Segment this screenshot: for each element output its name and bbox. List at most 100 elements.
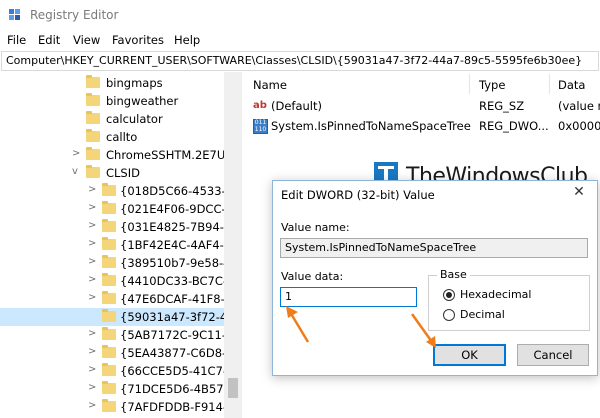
chevron-right-icon[interactable]: > xyxy=(88,256,96,267)
tree-item-label: {389510b7-9e58-40 xyxy=(120,256,238,270)
cancel-button[interactable]: Cancel xyxy=(517,344,589,366)
column-header-data[interactable]: Data xyxy=(558,78,585,92)
folder-icon xyxy=(102,381,116,394)
folder-icon xyxy=(86,129,100,142)
tree-item-label: {7AFDFDDB-F914-1 xyxy=(120,400,235,414)
tree-item-label: bingweather xyxy=(106,94,179,108)
chevron-right-icon[interactable]: > xyxy=(88,238,96,249)
chevron-right-icon[interactable]: > xyxy=(88,292,96,303)
tree-item-label: {4410DC33-BC7C-4 xyxy=(120,274,235,288)
tree-item-label: calculator xyxy=(106,112,163,126)
folder-icon xyxy=(86,93,100,106)
tree-item-label: {021E4F06-9DCC-49 xyxy=(120,202,241,216)
value-type: REG_SZ xyxy=(479,99,525,113)
binary-value-icon: 011 110 xyxy=(253,119,268,134)
column-separator[interactable] xyxy=(549,74,550,94)
value-name: System.IsPinnedToNameSpaceTree xyxy=(271,119,471,133)
tree-item-label: {66CCE5D5-41C7-4 xyxy=(120,364,235,378)
tree-item[interactable]: > {021E4F06-9DCC-49 xyxy=(0,200,240,218)
value-row[interactable]: 011 110 System.IsPinnedToNameSpaceTree RE… xyxy=(243,117,600,135)
tree-item[interactable]: bingweather xyxy=(0,92,224,110)
folder-icon xyxy=(102,237,116,250)
tree-item[interactable]: > ChromeSSHTM.2E7UC xyxy=(0,146,233,164)
menu-edit[interactable]: Edit xyxy=(38,33,60,47)
decimal-radio[interactable] xyxy=(443,309,455,321)
chevron-right-icon[interactable]: > xyxy=(88,346,96,357)
tree-item-label: ChromeSSHTM.2E7UC xyxy=(106,148,234,162)
tree-scrollbar[interactable] xyxy=(224,72,242,418)
tree-item-label: {47E6DCAF-41F8-4 xyxy=(120,292,233,306)
tree-item[interactable]: > {47E6DCAF-41F8-4 xyxy=(0,290,232,308)
value-data: (value n xyxy=(558,99,600,113)
chevron-right-icon[interactable]: > xyxy=(88,274,96,285)
tree-item[interactable]: > {031E4825-7B94-4d xyxy=(0,218,239,236)
window-title: Registry Editor xyxy=(30,8,119,22)
annotation-arrow-icon xyxy=(286,306,310,343)
menu-file[interactable]: File xyxy=(7,33,26,47)
value-data: 0x0000 xyxy=(558,119,600,133)
menu-favorites[interactable]: Favorites xyxy=(112,33,164,47)
value-name: (Default) xyxy=(271,99,322,113)
hexadecimal-radio[interactable] xyxy=(443,289,455,301)
tree-item[interactable]: > {1BF42E4C-4AF4-4C xyxy=(0,236,239,254)
chevron-right-icon[interactable]: > xyxy=(88,364,96,375)
column-header-type[interactable]: Type xyxy=(479,78,505,92)
tree-item[interactable]: > {66CCE5D5-41C7-4 xyxy=(0,362,234,380)
chevron-right-icon[interactable]: > xyxy=(88,328,96,339)
tree-item-label: bingmaps xyxy=(106,76,163,90)
tree-item[interactable]: bingmaps xyxy=(0,74,224,92)
chevron-right-icon[interactable]: > xyxy=(88,184,96,195)
value-type: REG_DWO... xyxy=(479,119,549,133)
folder-icon xyxy=(102,291,116,304)
hexadecimal-label[interactable]: Hexadecimal xyxy=(460,288,531,301)
tree-item[interactable]: > {389510b7-9e58-40 xyxy=(0,254,238,272)
title-bar: Registry Editor xyxy=(0,0,600,30)
chevron-right-icon[interactable]: > xyxy=(72,148,80,159)
base-label: Base xyxy=(437,268,470,281)
menu-view[interactable]: View xyxy=(73,33,100,47)
tree-item[interactable]: > {4410DC33-BC7C-4 xyxy=(0,272,234,290)
chevron-right-icon[interactable]: > xyxy=(88,400,96,411)
tree-item[interactable]: > {5AB7172C-9C11-4 xyxy=(0,326,233,344)
tree-item-label: {031E4825-7B94-4d xyxy=(120,220,239,234)
ok-button[interactable]: OK xyxy=(433,344,506,366)
value-row[interactable]: ab (Default) REG_SZ (value n xyxy=(243,97,600,115)
chevron-right-icon[interactable]: > xyxy=(88,220,96,231)
tree-item-clsid[interactable]: v CLSID xyxy=(0,164,224,182)
tree-item-label: CLSID xyxy=(106,166,140,180)
tree-item[interactable]: callto xyxy=(0,128,224,146)
tree-item[interactable]: > {018D5C66-4533-43 xyxy=(0,182,240,200)
tree-item-label: {5EA43877-C6D8-4 xyxy=(120,346,234,360)
tree-item-label: {1BF42E4C-4AF4-4C xyxy=(120,238,240,252)
tree-item[interactable]: > {7AFDFDDB-F914-1 xyxy=(0,398,234,416)
menu-help[interactable]: Help xyxy=(174,33,200,47)
chevron-down-icon[interactable]: v xyxy=(72,166,78,177)
tree-scrollbar-thumb[interactable] xyxy=(228,378,238,398)
folder-icon xyxy=(102,309,116,322)
tree-item-selected[interactable]: {59031a47-3f72-44a xyxy=(0,308,241,326)
key-tree: bingmaps bingweather calculator callto >… xyxy=(0,72,242,418)
column-separator[interactable] xyxy=(469,74,470,94)
chevron-right-icon[interactable]: > xyxy=(88,202,96,213)
value-data-label: Value data: xyxy=(281,270,344,283)
folder-icon xyxy=(102,183,116,196)
menu-bar: File Edit View Favorites Help xyxy=(0,30,600,50)
folder-icon xyxy=(86,147,100,160)
folder-icon xyxy=(86,111,100,124)
annotation-arrow-icon xyxy=(410,313,436,348)
close-icon[interactable]: ✕ xyxy=(569,184,589,202)
chevron-right-icon[interactable]: > xyxy=(88,382,96,393)
value-name-field: System.IsPinnedToNameSpaceTree xyxy=(280,238,588,258)
folder-icon xyxy=(102,201,116,214)
tree-item[interactable]: > {5EA43877-C6D8-4 xyxy=(0,344,233,362)
decimal-label[interactable]: Decimal xyxy=(460,308,505,321)
column-header-name[interactable]: Name xyxy=(253,78,287,92)
address-bar[interactable]: Computer\HKEY_CURRENT_USER\SOFTWARE\Clas… xyxy=(1,51,599,71)
tree-item[interactable]: calculator xyxy=(0,110,224,128)
folder-icon xyxy=(102,219,116,232)
folder-icon xyxy=(86,165,100,178)
folder-icon xyxy=(102,345,116,358)
tree-item[interactable]: > {71DCE5D6-4B57-4 xyxy=(0,380,235,398)
string-value-icon: ab xyxy=(253,100,267,111)
folder-icon xyxy=(102,399,116,412)
